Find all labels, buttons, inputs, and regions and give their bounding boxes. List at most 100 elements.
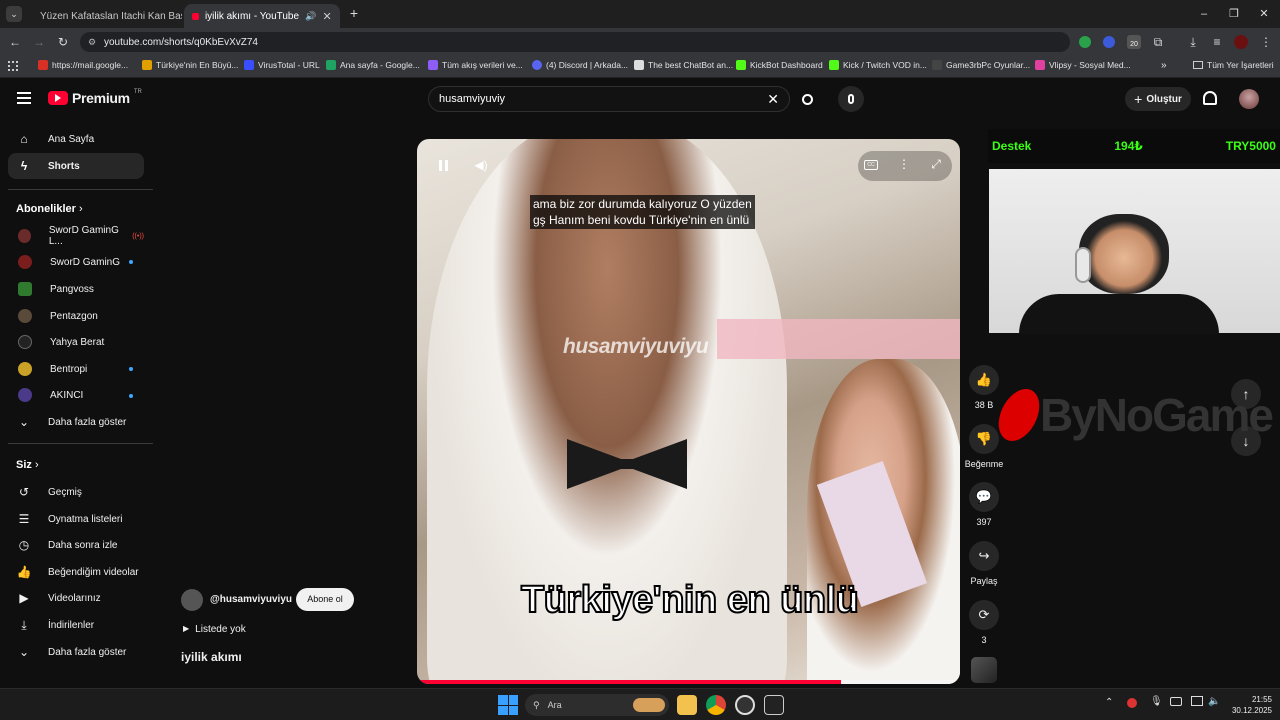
sidebar-item-downloads[interactable]: ⤓ İndirilenler	[8, 612, 144, 638]
bookmark-item[interactable]: The best ChatBot an...	[634, 60, 733, 70]
tab-2[interactable]: iyilik akımı - YouTube 🔊 ✕	[184, 4, 340, 28]
sidebar-item-playlists[interactable]: ☰ Oynatma listeleri	[8, 506, 144, 532]
browser-menu-icon[interactable]: ⋮	[1256, 33, 1276, 51]
clock[interactable]: 21:55 30.12.2025	[1224, 694, 1272, 716]
search-input[interactable]: husamviyuviy ✕	[428, 86, 790, 112]
sidebar-you-show-more[interactable]: ⌄ Daha fazla göster	[8, 639, 144, 665]
shorts-video-player[interactable]: ◀) CC ⋮ ⤢ ama biz zor durumda kalıyoruz …	[417, 139, 960, 684]
address-bar[interactable]: ⚙ youtube.com/shorts/q0KbEvXvZ74	[80, 32, 1070, 52]
epic-games-icon[interactable]	[764, 695, 784, 715]
captions-button[interactable]: CC	[864, 160, 878, 170]
microphone-tray-icon[interactable]: 🎙	[1150, 696, 1163, 707]
extensions-puzzle-icon[interactable]: ⧉	[1148, 33, 1168, 51]
sidebar-item-home[interactable]: ⌂ Ana Sayfa	[8, 126, 144, 152]
tray-chevron-icon[interactable]: ⌃	[1105, 697, 1113, 708]
sidebar-sub-akinci[interactable]: AKINCI	[8, 382, 144, 408]
file-explorer-icon[interactable]	[677, 695, 697, 715]
tab-search-button[interactable]: ⌄	[6, 6, 22, 22]
extension-icon[interactable]	[1103, 36, 1115, 48]
sidebar-sub-pentazgon[interactable]: Pentazgon	[8, 303, 144, 329]
tray-app-icon[interactable]	[1127, 698, 1137, 708]
sidebar-sub-bentropi[interactable]: Bentropi	[8, 356, 144, 382]
remix-button[interactable]: ⟳ 3	[962, 600, 1006, 645]
sidebar-item-history[interactable]: ↺ Geçmiş	[8, 479, 144, 505]
display-icon[interactable]	[1191, 696, 1203, 706]
minimize-button[interactable]: –	[1192, 4, 1216, 24]
subtitle-line-2: gş Hanım beni kovdu Türkiye'nin en ünlü	[533, 213, 750, 227]
playlist-status[interactable]: ▶ Listede yok	[183, 624, 246, 635]
webcam-shirt	[1019, 294, 1219, 334]
sidebar-sub-sword[interactable]: SworD GaminG	[8, 249, 144, 275]
more-bookmarks-button[interactable]: »	[1161, 60, 1167, 71]
new-tab-button[interactable]: +	[346, 5, 362, 23]
create-button[interactable]: + Oluştur	[1125, 87, 1191, 111]
sidebar-item-liked[interactable]: 👍 Beğendiğim videolar	[8, 559, 144, 585]
youtube-logo[interactable]: Premium TR	[48, 89, 142, 106]
sidebar-item-shorts[interactable]: ϟ Shorts	[8, 153, 144, 179]
subscribe-button[interactable]: Abone ol	[296, 588, 354, 611]
vlipsy-icon	[1035, 60, 1045, 70]
volume-tray-icon[interactable]: 🔈	[1208, 696, 1220, 707]
sidebar-sub-pangvoss[interactable]: Pangvoss	[8, 276, 144, 302]
tab-1[interactable]: Yüzen Kafataslan Itachi Kan Bas ✕	[26, 4, 182, 28]
extension-icon[interactable]	[1079, 36, 1091, 48]
close-window-button[interactable]: ✕	[1252, 4, 1276, 24]
bookmark-item[interactable]: https://mail.google...	[38, 60, 128, 70]
comments-button[interactable]: 💬 397	[962, 482, 1006, 527]
you-header[interactable]: Siz ›	[16, 459, 39, 471]
subscriptions-header[interactable]: Abonelikler ›	[16, 203, 83, 215]
pause-button[interactable]	[431, 153, 455, 177]
sidebar-item-watch-later[interactable]: ◷ Daha sonra izle	[8, 532, 144, 558]
sidebar-sub-sword-live[interactable]: SworD GaminG L... ((•))	[8, 223, 144, 249]
keyboard-icon[interactable]	[1170, 697, 1182, 706]
webcam-person	[1079, 214, 1169, 294]
start-windows-icon[interactable]	[498, 695, 518, 715]
taskbar-search[interactable]: ⚲ Ara	[525, 694, 669, 716]
sidebar-subs-show-more[interactable]: ⌄ Daha fazla göster	[8, 409, 144, 435]
account-avatar[interactable]	[1239, 89, 1259, 109]
audio-thumbnail[interactable]	[971, 657, 997, 683]
obs-icon[interactable]	[735, 695, 755, 715]
back-button[interactable]: ←	[5, 33, 25, 51]
extension-icon[interactable]: 20	[1127, 35, 1141, 49]
clear-search-icon[interactable]: ✕	[767, 91, 779, 108]
video-title[interactable]: iyilik akımı	[181, 650, 242, 664]
search-icon: ⚲	[533, 699, 540, 710]
bookmark-item[interactable]: (4) Discord | Arkada...	[532, 60, 628, 70]
more-options-button[interactable]: ⋮	[898, 157, 910, 173]
sidebar-item-your-videos[interactable]: ▶ Videolarınız	[8, 585, 144, 611]
profile-avatar[interactable]	[1234, 35, 1248, 49]
search-button[interactable]	[792, 86, 822, 112]
bookmark-item[interactable]: Türkiye'nin En Büyü...	[142, 60, 238, 70]
voice-search-button[interactable]	[838, 86, 864, 112]
bookmark-item[interactable]: VirusTotal - URL	[244, 60, 320, 70]
bookmark-item[interactable]: Tüm akış verileri ve...	[428, 60, 523, 70]
bookmark-item[interactable]: KickBot Dashboard	[736, 60, 823, 70]
download-icon[interactable]: ⤓	[1183, 33, 1203, 51]
bookmark-item[interactable]: Ana sayfa - Google...	[326, 60, 420, 70]
bookmark-item[interactable]: Kick / Twitch VOD in...	[829, 60, 927, 70]
notifications-bell-icon[interactable]	[1203, 91, 1217, 105]
site-info-icon[interactable]: ⚙	[88, 37, 96, 48]
bookmark-item[interactable]: Game3rbPc Oyunlar...	[932, 60, 1030, 70]
bookmark-item[interactable]: Vlipsy - Sosyal Med...	[1035, 60, 1131, 70]
forward-button[interactable]: →	[29, 33, 49, 51]
apps-grid-icon[interactable]	[8, 61, 18, 71]
reload-button[interactable]: ↻	[53, 33, 73, 51]
gmail-icon	[38, 60, 48, 70]
media-control-icon[interactable]: ≡	[1207, 33, 1227, 51]
hamburger-menu-icon[interactable]	[17, 92, 31, 104]
channel-handle[interactable]: @husamviyuviyu	[210, 594, 292, 605]
chrome-icon[interactable]	[706, 695, 726, 715]
fullscreen-button[interactable]: ⤢	[929, 157, 943, 171]
history-icon: ↺	[18, 485, 30, 499]
maximize-button[interactable]: ❐	[1222, 4, 1246, 24]
volume-button[interactable]: ◀)	[469, 153, 493, 177]
channel-avatar[interactable]	[181, 589, 203, 611]
close-tab-icon[interactable]: ✕	[322, 10, 332, 23]
speaker-icon[interactable]: 🔊	[305, 11, 316, 22]
divider	[8, 189, 153, 190]
sidebar-sub-yahya[interactable]: Yahya Berat	[8, 329, 144, 355]
all-bookmarks-folder[interactable]: Tüm Yer İşaretleri	[1193, 60, 1274, 70]
share-button[interactable]: ↪ Paylaş	[962, 541, 1006, 586]
